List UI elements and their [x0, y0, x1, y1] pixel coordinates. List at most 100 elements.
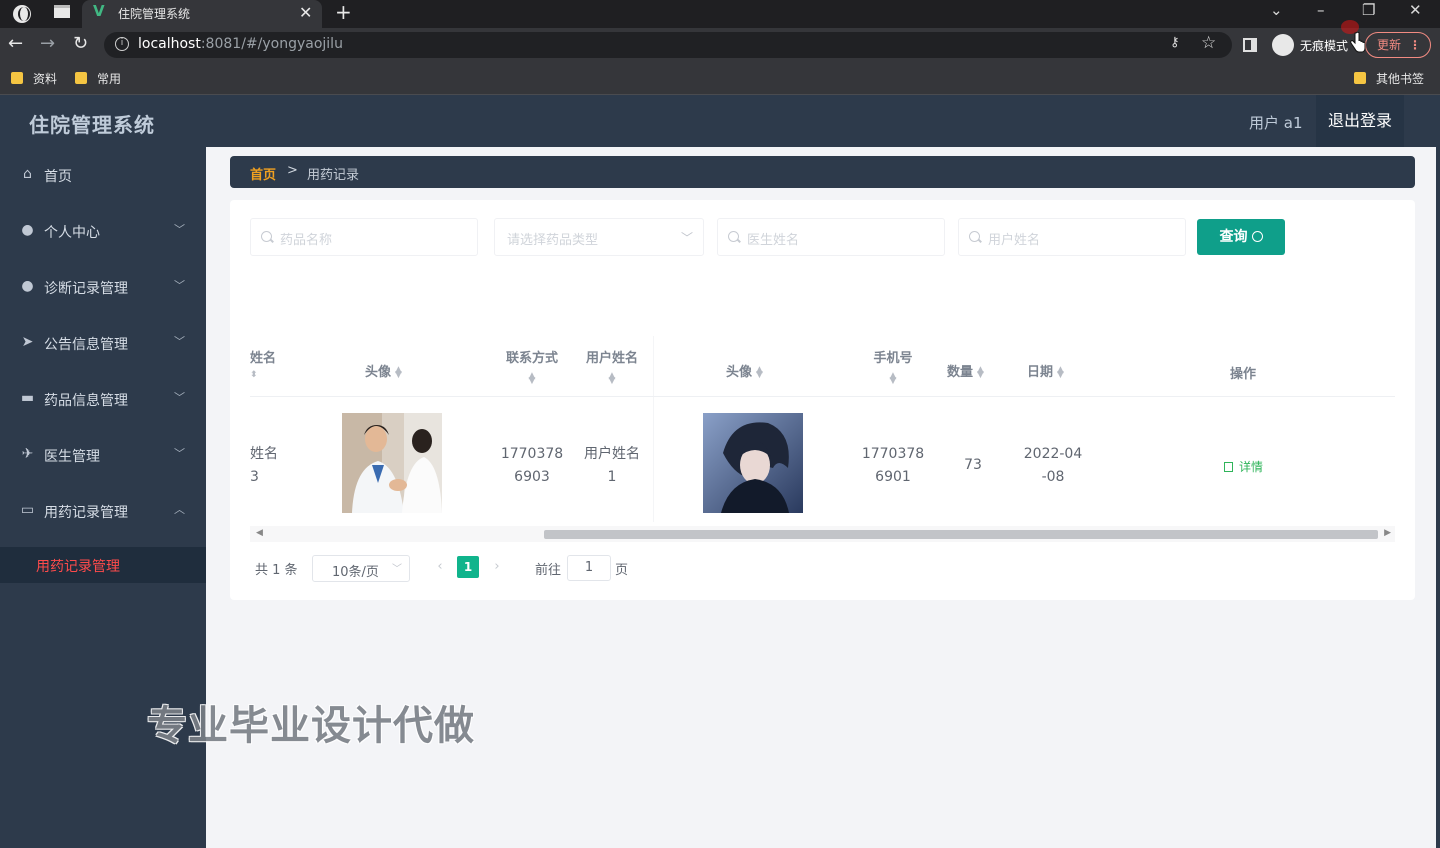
incognito-label: 无痕模式 [1300, 39, 1349, 53]
prev-page-button[interactable]: ‹ [429, 557, 451, 579]
reload-icon[interactable]: ↻ [73, 33, 88, 54]
horizontal-scrollbar[interactable]: ◀ ▶ [250, 526, 1395, 542]
chevron-down-icon: ﹀ [392, 564, 402, 575]
detail-link[interactable]: 详情 [1224, 458, 1263, 475]
drug-name-input[interactable]: 药品名称 [250, 218, 478, 256]
scrollbar-thumb[interactable] [544, 530, 1378, 539]
url-text[interactable]: localhost:8081/#/yongyaojilu [138, 36, 343, 52]
breadcrumb: 首页 > 用药记录 [230, 156, 1415, 188]
medication-table: 姓名 ⬍ 头像 ▲ ▼ 联系方式 ▲ ▼ 用户姓名 ▲ ▼ 头像 ▲ ▼ 手机号 ▲ ▼ 数量 ▲ ▼ 日… [250, 336, 1395, 522]
goto-page-input[interactable]: 1 [567, 555, 611, 581]
sort-icon[interactable]: ▲ ▼ [977, 365, 984, 379]
sidebar-subitem-medication[interactable]: 用药记录管理 [0, 547, 206, 583]
doctor-name-placeholder: 医生姓名 [747, 233, 800, 248]
search-icon [1251, 231, 1263, 242]
chevron-down-icon: ﹀ [680, 231, 693, 245]
breadcrumb-home[interactable]: 首页 [250, 164, 276, 183]
column-header-avatar-2[interactable]: 头像 ▲ ▼ [726, 361, 763, 380]
sort-icon[interactable]: ▲ ▼ [584, 372, 640, 386]
update-button[interactable]: 更新 ⋮ [1365, 32, 1431, 58]
drug-type-select[interactable]: 请选择药品类型 ﹀ [494, 218, 704, 256]
cell-name-suffix: 3 [250, 469, 259, 485]
url-omnibox[interactable]: i localhost:8081/#/yongyaojilu ⚷ ☆ [104, 32, 1232, 58]
column-header-actions: 操作 [1230, 367, 1257, 382]
current-user: 用户 a1 [1249, 114, 1303, 132]
column-header-avatar[interactable]: 头像 ▲ ▼ [365, 361, 402, 380]
side-panel-icon[interactable] [1243, 38, 1257, 52]
doctor-name-input[interactable]: 医生姓名 [717, 218, 945, 256]
folder-icon [1354, 72, 1366, 84]
search-icon [728, 231, 739, 242]
paper-plane-icon: ✈ [21, 446, 34, 462]
cell-date: 2022-04 -08 [1023, 446, 1083, 485]
tab-title[interactable]: 住院管理系统 [118, 5, 190, 22]
forward-icon[interactable]: → [40, 33, 55, 54]
sort-icon[interactable]: ▲ ▼ [504, 372, 560, 386]
back-icon[interactable]: ← [8, 33, 23, 54]
cell-quantity: 73 [964, 457, 982, 473]
minimize-icon[interactable]: – [1317, 1, 1325, 19]
user-icon: ● [21, 278, 34, 294]
key-icon[interactable]: ⚷ [1170, 35, 1180, 50]
star-icon[interactable]: ☆ [1201, 33, 1216, 53]
doctor-avatar-image [342, 413, 442, 513]
sidebar-item-notice[interactable]: ➤ 公告信息管理 ﹀ [0, 315, 206, 371]
column-header-contact[interactable]: 联系方式 ▲ ▼ [504, 347, 560, 386]
chevron-down-icon: ﹀ [174, 335, 185, 348]
logout-button[interactable]: 退出登录 [1316, 95, 1404, 147]
page-size-select[interactable]: 10条/页 ﹀ [312, 555, 410, 582]
sort-icon[interactable]: ▲ ▼ [756, 365, 763, 379]
window-icon[interactable] [54, 5, 70, 18]
user-name-placeholder: 用户姓名 [988, 233, 1041, 248]
bookmarks-bar: 资料 常用 其他书签 [0, 62, 1440, 95]
chevron-down-icon: ﹀ [174, 279, 185, 292]
sort-icon[interactable]: ▲ ▼ [1057, 365, 1064, 379]
cell-name: 姓名 [250, 446, 278, 462]
incognito-icon[interactable] [1272, 34, 1294, 56]
address-bar: ← → ↻ i localhost:8081/#/yongyaojilu ⚷ ☆… [0, 28, 1440, 62]
user-name-input[interactable]: 用户姓名 [958, 218, 1186, 256]
user-avatar-image [703, 413, 803, 513]
app-title: 住院管理系统 [29, 113, 155, 137]
sidebar-item-home[interactable]: ⌂ 首页 [0, 147, 206, 203]
sidebar-item-medication[interactable]: ▭ 用药记录管理 ︿ [0, 483, 206, 539]
next-page-button[interactable]: › [486, 557, 508, 579]
bookmark-folder-2[interactable]: 常用 [75, 70, 121, 87]
column-header-name[interactable]: 姓名 ⬍ [250, 347, 276, 380]
send-icon: ➤ [21, 334, 34, 350]
globe-icon[interactable] [13, 5, 31, 23]
folder-icon [75, 72, 87, 84]
info-icon[interactable]: i [115, 37, 129, 51]
browser-tabbar: V 住院管理系统 ✕ + ⌄ – ❐ ✕ [0, 0, 1440, 28]
tab-search-icon[interactable]: ⌄ [1270, 1, 1283, 19]
scroll-right-icon[interactable]: ▶ [1384, 528, 1391, 538]
other-bookmarks[interactable]: 其他书签 [1354, 70, 1424, 87]
column-header-date[interactable]: 日期 ▲ ▼ [1027, 361, 1064, 380]
close-tab-icon[interactable]: ✕ [299, 3, 312, 22]
sidebar-item-label: 用药记录管理 [44, 505, 128, 521]
chat-icon: ▭ [20, 502, 35, 518]
close-window-icon[interactable]: ✕ [1409, 1, 1422, 19]
bookmark-folder-1[interactable]: 资料 [11, 70, 57, 87]
sidebar-item-profile[interactable]: ● 个人中心 ﹀ [0, 203, 206, 259]
column-header-quantity[interactable]: 数量 ▲ ▼ [947, 361, 984, 380]
home-icon: ⌂ [23, 166, 32, 182]
drug-name-placeholder: 药品名称 [280, 233, 333, 248]
user-icon: ● [21, 222, 34, 238]
sidebar-item-doctor[interactable]: ✈ 医生管理 ﹀ [0, 427, 206, 483]
query-button[interactable]: 查询 [1197, 219, 1285, 255]
menu-dots-icon[interactable]: ⋮ [1409, 33, 1421, 57]
sidebar-item-diagnosis[interactable]: ● 诊断记录管理 ﹀ [0, 259, 206, 315]
sidebar-item-drug[interactable]: ▬ 药品信息管理 ﹀ [0, 371, 206, 427]
cell-username: 用户姓名 1 [584, 446, 640, 485]
scroll-left-icon[interactable]: ◀ [256, 528, 263, 538]
sidebar-item-label: 医生管理 [44, 449, 100, 465]
column-header-username[interactable]: 用户姓名 ▲ ▼ [584, 347, 640, 386]
search-icon [261, 231, 272, 242]
sort-icon[interactable]: ▲ ▼ [395, 365, 402, 379]
sort-icon[interactable]: ▲ ▼ [865, 372, 921, 386]
new-tab-icon[interactable]: + [335, 0, 352, 24]
column-header-phone[interactable]: 手机号 ▲ ▼ [865, 347, 921, 386]
page-number-current[interactable]: 1 [457, 556, 479, 578]
restore-icon[interactable]: ❐ [1362, 1, 1375, 19]
